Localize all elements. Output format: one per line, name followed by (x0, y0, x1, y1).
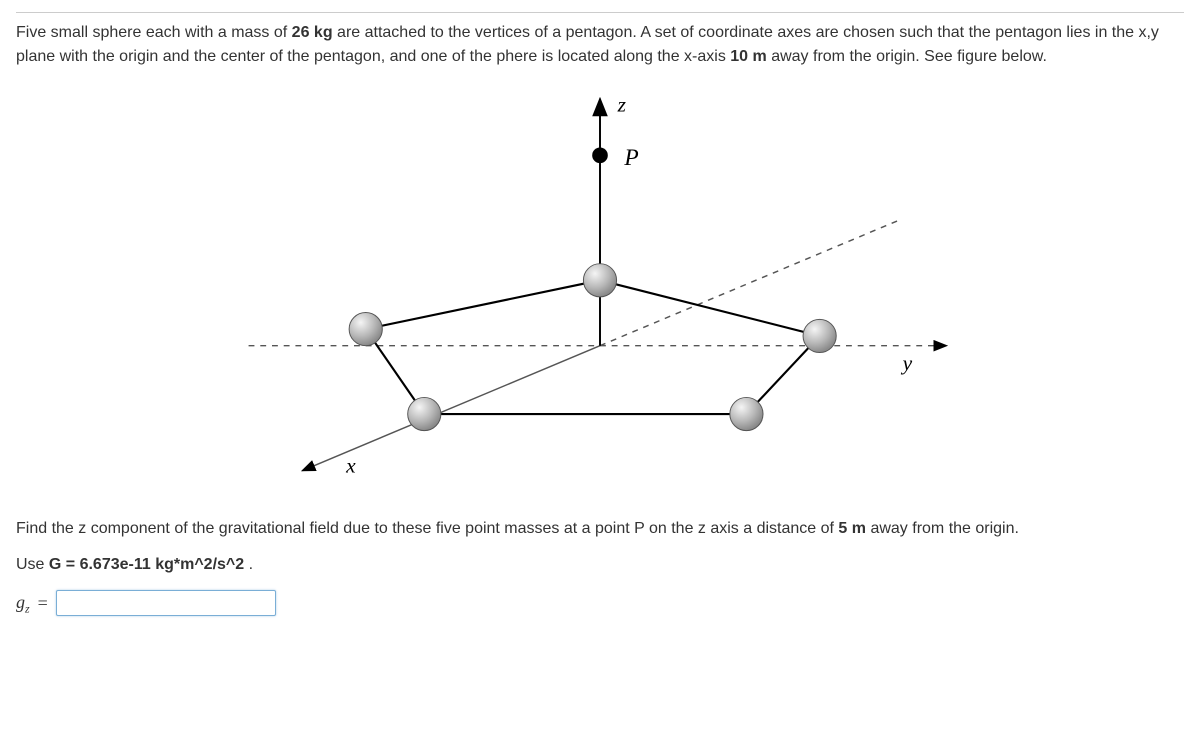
point-p-label: P (623, 145, 638, 171)
mass-value: 26 kg (292, 24, 333, 41)
sphere-3 (730, 397, 763, 430)
x-axis-front (302, 346, 600, 471)
gz-input[interactable] (56, 590, 276, 616)
use-pre: Use (16, 556, 49, 573)
x-axis-label: x (345, 454, 356, 478)
intro-pre: Five small sphere each with a mass of (16, 24, 292, 41)
symbol-sub: z (25, 602, 30, 616)
use-post: . (244, 556, 253, 573)
radius-value: 10 m (730, 48, 766, 65)
distance-value: 5 m (838, 520, 866, 537)
y-axis-label: y (901, 351, 913, 375)
find-statement: Find the z component of the gravitationa… (16, 517, 1184, 541)
problem-statement: Five small sphere each with a mass of 26… (16, 21, 1184, 69)
sphere-5 (349, 313, 382, 346)
figure-container: y x z P (16, 77, 1184, 517)
answer-symbol: gz (16, 589, 30, 618)
sphere-1 (583, 264, 616, 297)
find-pre: Find the z component of the gravitationa… (16, 520, 838, 537)
intro-post: away from the origin. See figure below. (767, 48, 1047, 65)
top-divider (16, 12, 1184, 13)
pentagon-figure: y x z P (210, 87, 990, 497)
z-axis-label: z (617, 92, 627, 116)
sphere-4 (408, 397, 441, 430)
g-formula: G = 6.673e-11 kg*m^2/s^2 (49, 556, 244, 573)
equals-sign: = (38, 590, 48, 617)
x-axis-back (600, 221, 898, 346)
point-p (592, 148, 608, 164)
sphere-2 (803, 319, 836, 352)
symbol-g: g (16, 592, 25, 612)
use-line: Use G = 6.673e-11 kg*m^2/s^2 . (16, 553, 1184, 577)
pentagon-outline (366, 280, 820, 414)
find-post: away from the origin. (866, 520, 1019, 537)
answer-row: gz = (16, 589, 1184, 618)
